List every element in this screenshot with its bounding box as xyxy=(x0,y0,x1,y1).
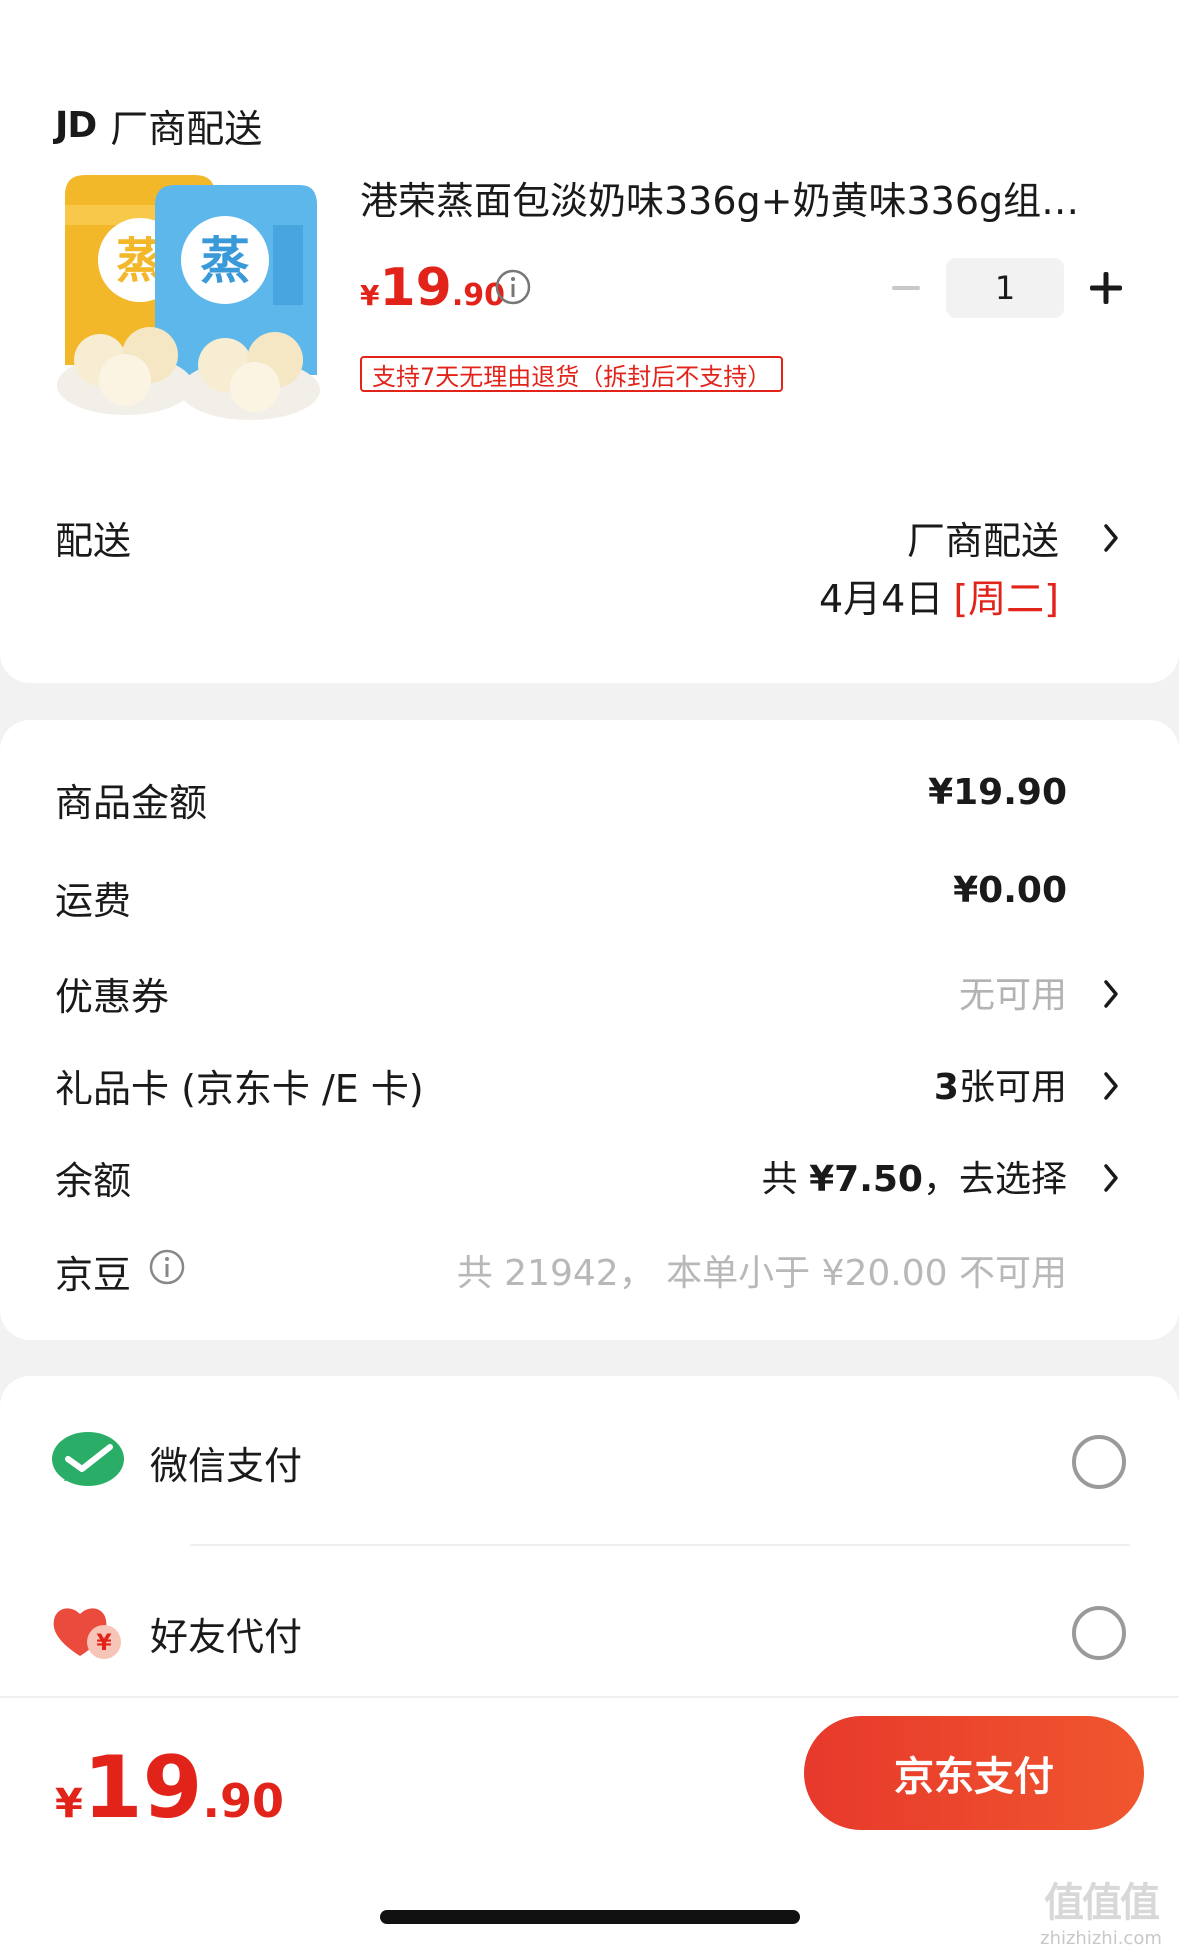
summary-value: 共 ¥7.50，去选择 xyxy=(762,1150,1067,1202)
quantity-decrease-button[interactable] xyxy=(886,268,926,308)
delivery-date-text: 4月4日 xyxy=(818,577,944,621)
gift-card-suffix: 张可用 xyxy=(958,1067,1067,1108)
summary-value: 3张可用 xyxy=(934,1058,1067,1110)
summary-label: 优惠券 xyxy=(55,975,170,1019)
price-integer: 19 xyxy=(379,258,452,318)
total-price: ¥ 19 .90 xyxy=(55,1738,284,1838)
shop-name: 厂商配送 xyxy=(110,107,263,151)
quantity-input[interactable]: 1 xyxy=(946,258,1064,318)
summary-row-balance[interactable]: 余额 共 ¥7.50，去选择 xyxy=(0,1150,1179,1210)
summary-label: 商品金额 xyxy=(55,781,208,825)
friend-pay-radio[interactable] xyxy=(1072,1606,1126,1660)
product-title[interactable]: 港荣蒸面包淡奶味336g+奶黄味336g组… xyxy=(360,170,1120,225)
home-indicator[interactable] xyxy=(380,1910,800,1924)
balance-action: ，去选择 xyxy=(922,1159,1067,1200)
return-policy-badge: 支持7天无理由退货（拆封后不支持） xyxy=(360,356,784,392)
summary-value: ¥0.00 xyxy=(953,870,1067,911)
jingdou-info-icon[interactable] xyxy=(148,1248,186,1286)
summary-label: 余额 xyxy=(55,1159,132,1203)
svg-text:¥: ¥ xyxy=(96,1631,112,1656)
delivery-label: 配送 xyxy=(55,519,132,563)
summary-row-goods-amount: 商品金额 ¥19.90 xyxy=(0,772,1179,832)
bag-label-blue: 蒸 xyxy=(200,232,250,290)
wechat-radio[interactable] xyxy=(1072,1435,1126,1489)
summary-label: 礼品卡 (京东卡 /E 卡) xyxy=(55,1067,424,1111)
gift-card-count: 3 xyxy=(933,1067,959,1108)
summary-row-jingdou: 京豆 共 21942， 本单小于 ¥20.00 不可用 xyxy=(0,1244,1179,1304)
delivery-date: 4月4日 [周二] xyxy=(819,568,1059,623)
balance-amount: ¥7.50 xyxy=(809,1159,923,1200)
summary-label: 京豆 xyxy=(55,1253,132,1297)
shop-header: JD 厂商配送 xyxy=(55,98,262,153)
watermark: 值值值 zhizhizhi.com xyxy=(1028,1870,1174,1949)
price-symbol: ¥ xyxy=(360,279,380,312)
delivery-weekday: [周二] xyxy=(953,577,1059,621)
summary-row-shipping: 运费 ¥0.00 xyxy=(0,870,1179,930)
price-info-icon[interactable] xyxy=(494,268,532,310)
total-symbol: ¥ xyxy=(55,1781,83,1827)
total-decimal: .90 xyxy=(202,1774,285,1828)
product-price: ¥ 19 .90 xyxy=(360,258,505,318)
quantity-increase-button[interactable] xyxy=(1084,266,1128,310)
summary-label: 运费 xyxy=(55,879,132,923)
chevron-right-icon xyxy=(1104,1164,1118,1192)
chevron-right-icon xyxy=(1104,980,1118,1008)
summary-row-coupon[interactable]: 优惠券 无可用 xyxy=(0,966,1179,1026)
wechat-icon xyxy=(52,1432,124,1486)
watermark-logo: 值值值 xyxy=(1044,1880,1160,1926)
watermark-text: zhizhizhi.com xyxy=(1040,1928,1162,1949)
summary-row-gift-card[interactable]: 礼品卡 (京东卡 /E 卡) 3张可用 xyxy=(0,1058,1179,1118)
jd-logo: JD xyxy=(55,105,97,146)
summary-value: 共 21942， 本单小于 ¥20.00 不可用 xyxy=(456,1253,1067,1294)
friend-pay-icon: ¥ xyxy=(53,1608,121,1659)
balance-prefix: 共 xyxy=(761,1159,810,1200)
jd-pay-button[interactable]: 京东支付 xyxy=(804,1716,1144,1830)
payment-option-wechat[interactable]: 微信支付 xyxy=(0,1415,1179,1505)
delivery-method[interactable]: 厂商配送 xyxy=(907,510,1059,565)
payment-label: 好友代付 xyxy=(150,1615,303,1659)
total-integer: 19 xyxy=(82,1738,203,1838)
summary-value: ¥19.90 xyxy=(928,772,1067,813)
chevron-right-icon xyxy=(1104,1072,1118,1100)
payment-option-friend[interactable]: ¥ 好友代付 xyxy=(0,1586,1179,1676)
divider xyxy=(190,1544,1130,1546)
summary-value: 无可用 xyxy=(958,975,1067,1016)
product-image[interactable]: 蒸 蒸 xyxy=(55,165,325,425)
payment-label: 微信支付 xyxy=(150,1444,303,1488)
delivery-chevron-icon[interactable] xyxy=(1098,520,1124,560)
